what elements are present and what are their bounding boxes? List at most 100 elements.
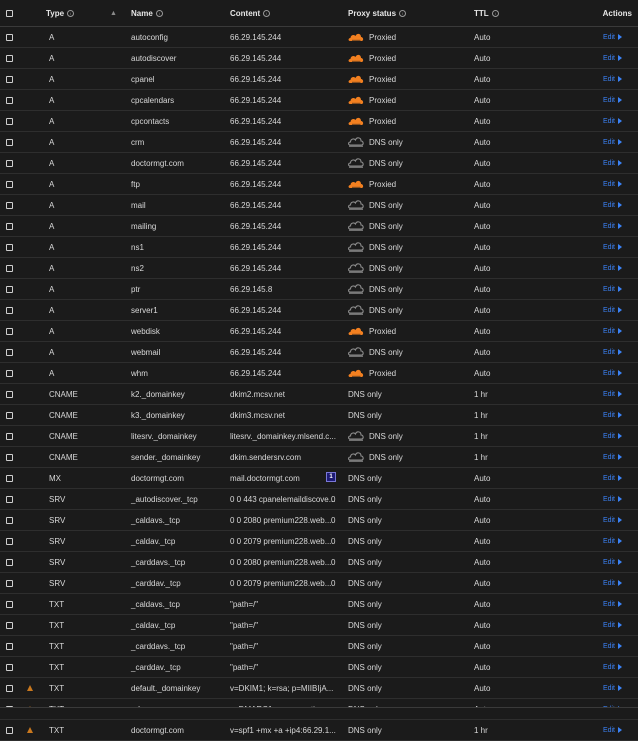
row-checkbox[interactable] [6,90,13,110]
row-checkbox[interactable] [6,48,13,68]
edit-button[interactable]: Edit [603,153,622,173]
row-checkbox[interactable] [6,153,13,173]
edit-button[interactable]: Edit [603,447,622,467]
info-icon[interactable]: i [263,9,271,17]
sort-ascending-icon[interactable]: ▲ [110,0,117,26]
edit-button[interactable]: Edit [603,531,622,551]
content-column-header[interactable]: Content i [230,0,271,26]
row-checkbox[interactable] [6,237,13,257]
row-checkbox[interactable] [6,216,13,236]
record-ttl: Auto [474,536,491,546]
row-checkbox[interactable] [6,405,13,425]
row-checkbox[interactable] [6,720,13,740]
row-checkbox[interactable] [6,636,13,656]
edit-button[interactable]: Edit [603,636,622,656]
proxy-status[interactable]: Proxied [348,90,396,110]
info-icon[interactable]: i [155,9,163,17]
row-checkbox[interactable] [6,552,13,572]
row-checkbox[interactable] [6,321,13,341]
proxy-status[interactable]: Proxied [348,27,396,47]
ttl-column-header[interactable]: TTL i [474,0,499,26]
row-checkbox[interactable] [6,678,13,698]
edit-button[interactable]: Edit [603,195,622,215]
edit-button[interactable]: Edit [603,342,622,362]
row-checkbox[interactable] [6,27,13,47]
row-checkbox[interactable] [6,69,13,89]
row-checkbox[interactable] [6,468,13,488]
edit-button[interactable]: Edit [603,216,622,236]
proxy-status[interactable]: DNS only [348,132,403,152]
proxy-status[interactable]: DNS only [348,258,403,278]
row-checkbox[interactable] [6,615,13,635]
row-checkbox[interactable] [6,195,13,215]
proxy-status[interactable]: Proxied [348,48,396,68]
edit-button[interactable]: Edit [603,405,622,425]
edit-button[interactable]: Edit [603,237,622,257]
proxy-status[interactable]: Proxied [348,174,396,194]
row-checkbox[interactable] [6,426,13,446]
row-checkbox[interactable] [6,342,13,362]
edit-button[interactable]: Edit [603,363,622,383]
edit-button[interactable]: Edit [603,678,622,698]
edit-button[interactable]: Edit [603,174,622,194]
warning-icon[interactable] [27,720,33,740]
row-checkbox[interactable] [6,300,13,320]
type-column-header[interactable]: Type i [46,0,75,26]
proxy-status-column-header[interactable]: Proxy status i [348,0,407,26]
edit-button[interactable]: Edit [603,300,622,320]
edit-button[interactable]: Edit [603,69,622,89]
edit-button[interactable]: Edit [603,258,622,278]
row-checkbox[interactable] [6,447,13,467]
row-checkbox[interactable] [6,510,13,530]
row-checkbox[interactable] [6,489,13,509]
edit-button[interactable]: Edit [603,510,622,530]
row-checkbox[interactable] [6,384,13,404]
proxy-status[interactable]: Proxied [348,363,396,383]
select-all-checkbox[interactable] [6,0,13,26]
row-checkbox[interactable] [6,363,13,383]
row-checkbox[interactable] [6,258,13,278]
row-checkbox[interactable] [6,174,13,194]
row-checkbox[interactable] [6,132,13,152]
info-icon[interactable]: i [399,9,407,17]
proxy-status[interactable]: Proxied [348,111,396,131]
edit-button[interactable]: Edit [603,279,622,299]
info-icon[interactable]: i [67,9,75,17]
edit-button[interactable]: Edit [603,573,622,593]
row-checkbox[interactable] [6,111,13,131]
edit-button[interactable]: Edit [603,27,622,47]
edit-button[interactable]: Edit [603,111,622,131]
proxy-status[interactable]: DNS only [348,279,403,299]
edit-button[interactable]: Edit [603,657,622,677]
edit-button[interactable]: Edit [603,384,622,404]
edit-button[interactable]: Edit [603,552,622,572]
row-checkbox[interactable] [6,657,13,677]
proxy-status[interactable]: DNS only [348,342,403,362]
proxy-status[interactable]: DNS only [348,237,403,257]
row-checkbox[interactable] [6,573,13,593]
name-column-header[interactable]: Name i [131,0,163,26]
edit-button[interactable]: Edit [603,615,622,635]
edit-button[interactable]: Edit [603,468,622,488]
edit-button[interactable]: Edit [603,594,622,614]
edit-button[interactable]: Edit [603,321,622,341]
edit-button[interactable]: Edit [603,48,622,68]
info-icon[interactable]: i [491,9,499,17]
proxy-status[interactable]: DNS only [348,426,403,446]
row-checkbox[interactable] [6,594,13,614]
row-checkbox[interactable] [6,279,13,299]
edit-button[interactable]: Edit [603,426,622,446]
proxy-status[interactable]: Proxied [348,321,396,341]
proxy-status[interactable]: DNS only [348,300,403,320]
proxy-status[interactable]: DNS only [348,447,403,467]
edit-button[interactable]: Edit [603,720,622,740]
edit-button[interactable]: Edit [603,489,622,509]
row-checkbox[interactable] [6,531,13,551]
edit-button[interactable]: Edit [603,132,622,152]
proxy-status[interactable]: Proxied [348,69,396,89]
proxy-status[interactable]: DNS only [348,216,403,236]
proxy-status[interactable]: DNS only [348,153,403,173]
warning-icon[interactable] [27,678,33,698]
proxy-status[interactable]: DNS only [348,195,403,215]
edit-button[interactable]: Edit [603,90,622,110]
